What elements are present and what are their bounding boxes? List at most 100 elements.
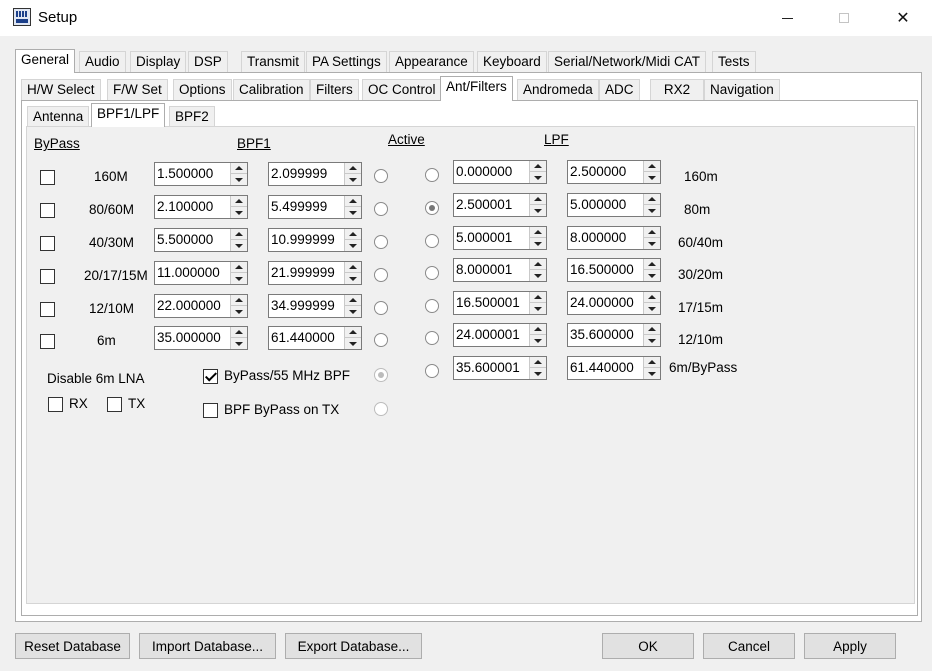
bpf-low-input[interactable]: 1.500000 [154,162,248,186]
bpf-bypass-checkbox[interactable] [40,236,55,251]
spin-up-button[interactable] [231,262,247,273]
tab-hw-select[interactable]: H/W Select [21,79,101,101]
bpf-active-radio[interactable] [374,202,388,216]
lna-tx-checkbox[interactable] [107,397,122,412]
spin-up-button[interactable] [345,262,361,273]
apply-button[interactable]: Apply [804,633,896,659]
spin-down-button[interactable] [644,335,660,346]
bpf-bypass-checkbox[interactable] [40,302,55,317]
tab-appearance[interactable]: Appearance [389,51,474,73]
tab-adc[interactable]: ADC [599,79,640,101]
spin-up-button[interactable] [644,292,660,303]
lna-rx-checkbox[interactable] [48,397,63,412]
spin-down-button[interactable] [231,338,247,349]
spin-down-button[interactable] [644,205,660,216]
lpf-high-input[interactable]: 61.440000 [567,356,661,380]
tab-antenna[interactable]: Antenna [27,106,90,128]
spin-down-button[interactable] [231,174,247,185]
spin-down-button[interactable] [231,207,247,218]
spin-up-button[interactable] [231,327,247,338]
tab-general[interactable]: General [15,49,76,73]
bpf-bypass-checkbox[interactable] [40,170,55,185]
spin-up-button[interactable] [345,163,361,174]
bpf-low-input[interactable]: 11.000000 [154,261,248,285]
tab-calibration[interactable]: Calibration [233,79,310,101]
tab-ant-filters[interactable]: Ant/Filters [440,76,513,101]
bypass-55mhz-checkbox[interactable] [203,369,218,384]
bpf-high-input[interactable]: 61.440000 [268,326,362,350]
lpf-active-radio[interactable] [425,364,439,378]
spin-up-button[interactable] [530,227,546,238]
tab-keyboard[interactable]: Keyboard [477,51,547,73]
lpf-low-input[interactable]: 8.000001 [453,258,547,282]
spin-up-button[interactable] [231,295,247,306]
spin-up-button[interactable] [530,324,546,335]
spin-up-button[interactable] [644,227,660,238]
lpf-high-input[interactable]: 5.000000 [567,193,661,217]
bpf-high-input[interactable]: 2.099999 [268,162,362,186]
spin-down-button[interactable] [530,238,546,249]
spin-down-button[interactable] [231,273,247,284]
bpf-active-radio[interactable] [374,301,388,315]
spin-up-button[interactable] [345,327,361,338]
bpf-low-input[interactable]: 22.000000 [154,294,248,318]
lpf-active-radio[interactable] [425,201,439,215]
lpf-low-input[interactable]: 24.000001 [453,323,547,347]
lpf-high-input[interactable]: 16.500000 [567,258,661,282]
tab-tests[interactable]: Tests [712,51,756,73]
spin-up-button[interactable] [231,229,247,240]
tab-rx2[interactable]: RX2 [650,79,704,101]
spin-down-button[interactable] [231,240,247,251]
bpf-bypass-checkbox[interactable] [40,334,55,349]
spin-down-button[interactable] [644,172,660,183]
bpf-low-input[interactable]: 35.000000 [154,326,248,350]
bpf-bypass-checkbox[interactable] [40,269,55,284]
spin-down-button[interactable] [345,207,361,218]
lpf-low-input[interactable]: 2.500001 [453,193,547,217]
bpf-low-input[interactable]: 5.500000 [154,228,248,252]
lpf-low-input[interactable]: 16.500001 [453,291,547,315]
tab-navigation[interactable]: Navigation [704,79,780,101]
spin-down-button[interactable] [530,303,546,314]
bpf-low-input[interactable]: 2.100000 [154,195,248,219]
lpf-high-input[interactable]: 35.600000 [567,323,661,347]
spin-down-button[interactable] [345,273,361,284]
spin-up-button[interactable] [530,161,546,172]
tab-andromeda[interactable]: Andromeda [517,79,599,101]
spin-down-button[interactable] [530,205,546,216]
bpf-high-input[interactable]: 5.499999 [268,195,362,219]
lpf-low-input[interactable]: 0.000000 [453,160,547,184]
spin-down-button[interactable] [644,238,660,249]
spin-down-button[interactable] [345,174,361,185]
lpf-active-radio[interactable] [425,168,439,182]
bpf-active-radio[interactable] [374,235,388,249]
bpf-bypass-checkbox[interactable] [40,203,55,218]
spin-down-button[interactable] [644,270,660,281]
spin-down-button[interactable] [530,368,546,379]
spin-down-button[interactable] [530,335,546,346]
tab-fw-set[interactable]: F/W Set [107,79,168,101]
bpf-bypass-tx-checkbox[interactable] [203,403,218,418]
bpf-high-input[interactable]: 10.999999 [268,228,362,252]
lpf-active-radio[interactable] [425,234,439,248]
tab-transmit[interactable]: Transmit [241,51,306,73]
lpf-low-input[interactable]: 35.600001 [453,356,547,380]
ok-button[interactable]: OK [602,633,694,659]
tab-bpf2[interactable]: BPF2 [169,106,215,128]
tab-display[interactable]: Display [130,51,187,73]
spin-up-button[interactable] [644,161,660,172]
lpf-active-radio[interactable] [425,266,439,280]
spin-up-button[interactable] [644,194,660,205]
lpf-low-input[interactable]: 5.000001 [453,226,547,250]
spin-up-button[interactable] [345,229,361,240]
spin-up-button[interactable] [345,196,361,207]
spin-down-button[interactable] [530,270,546,281]
spin-up-button[interactable] [530,357,546,368]
close-button[interactable]: ✕ [880,0,926,36]
spin-down-button[interactable] [345,338,361,349]
tab-dsp[interactable]: DSP [188,51,228,73]
bpf-active-radio[interactable] [374,268,388,282]
lpf-high-input[interactable]: 24.000000 [567,291,661,315]
spin-down-button[interactable] [345,306,361,317]
spin-up-button[interactable] [644,357,660,368]
